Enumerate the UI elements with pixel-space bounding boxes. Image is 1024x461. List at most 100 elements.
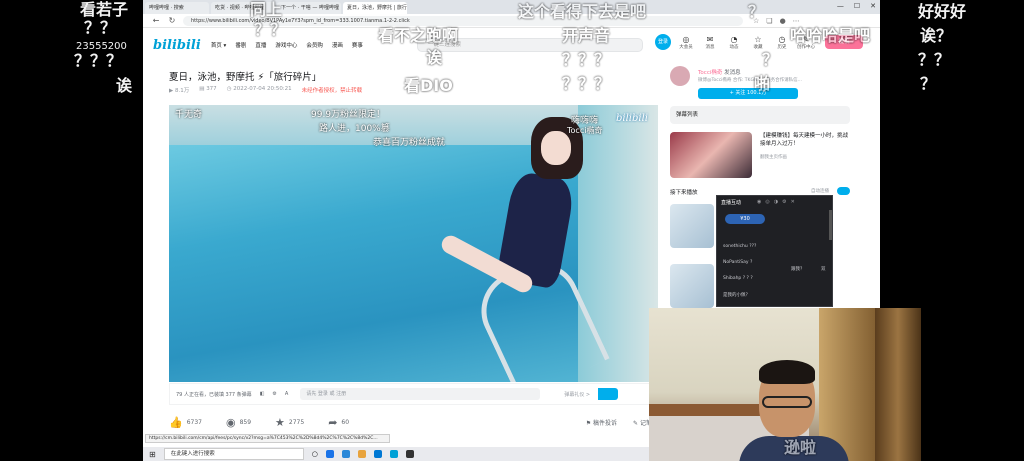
browser-tab[interactable]: 哔哩哔哩 · 搜索 xyxy=(145,2,209,14)
danmaku-input[interactable]: 请先 登录 或 注册 xyxy=(300,388,541,400)
folder-icon[interactable] xyxy=(357,450,366,458)
video-actions: 👍6737 ◉859 ★2775 ➦60 ⚑ 稿件投诉 ✎ 记笔记 xyxy=(169,414,658,430)
history-button[interactable]: ◷ 历史 xyxy=(773,35,791,50)
danmaku-comment: ？？？ xyxy=(562,50,611,69)
favorite-icon: ☆ xyxy=(754,34,762,44)
taskbar-app-icon[interactable] xyxy=(325,450,334,458)
browser-tab-active[interactable]: 夏日，泳池，野摩托 | 旅行碎片 xyxy=(343,2,407,14)
coin-button[interactable]: ◉ 859 xyxy=(226,416,251,429)
send-danmaku-button[interactable] xyxy=(598,388,619,400)
danmaku-comment: 这个看得下去是吧 xyxy=(518,2,647,21)
like-button[interactable]: 👍 6737 xyxy=(169,416,202,429)
chat-message: NoPantiSay ? xyxy=(723,260,753,265)
danmaku-comment: ？？？ xyxy=(562,74,611,93)
chat-title: 直播互动 xyxy=(721,200,742,206)
vip-button[interactable]: ◎ 大会员 xyxy=(677,35,695,50)
message-button[interactable]: ✉ 消息 xyxy=(701,35,719,50)
nav-esports[interactable]: 赛事 xyxy=(352,41,363,49)
collections-icon[interactable]: ❏ xyxy=(766,17,772,25)
danmaku-settings-icon[interactable]: ⚙ xyxy=(272,391,276,397)
profile-icon[interactable]: ● xyxy=(780,17,786,25)
taskbar-app-icon[interactable] xyxy=(373,450,382,458)
danmaku-style-icon[interactable]: A xyxy=(285,391,288,397)
taskbar-app-icon[interactable] xyxy=(341,450,350,458)
live-chat-panel: 直播互动 ◉◎◑⚙✕ ¥30 sonethichu ??? NoPantiSay… xyxy=(716,195,833,307)
danmaku-comment: ？？？ xyxy=(74,51,123,70)
video-overlay-text: 路人进，100%篡 xyxy=(319,124,390,134)
autoplay-toggle[interactable] xyxy=(837,187,850,195)
recommended-thumbnail[interactable] xyxy=(670,264,714,308)
danmaku-comment: 诶 xyxy=(116,76,133,95)
dynamic-icon: ◔ xyxy=(730,34,738,44)
close-icon[interactable]: ✕ xyxy=(870,2,876,10)
copyright-notice: 未经作者授权，禁止转载 xyxy=(301,88,363,94)
minimize-icon[interactable]: — xyxy=(837,2,844,10)
danmaku-comment: 好好好 xyxy=(918,2,967,21)
ad-title: 【建模赚钱】每天建模一小时，挑战接单月入过万！ xyxy=(760,133,849,147)
more-icon[interactable]: ⋯ xyxy=(793,17,800,25)
status-url: https://cm.bilibili.com/cm/api/fees/pc/s… xyxy=(145,434,390,443)
chat-toolbar-icons[interactable]: ◉◎◑⚙✕ xyxy=(757,199,799,205)
chat-message: sonethichu ??? xyxy=(723,244,757,249)
danmaku-count: ▤ 377 xyxy=(199,86,217,92)
danmaku-comment: 看DIO xyxy=(404,76,453,95)
uploader-name[interactable]: Tocci椭奇 发消息 xyxy=(698,68,741,76)
chat-scrollbar[interactable] xyxy=(829,210,832,240)
video-overlay-text: 千无奇 xyxy=(175,110,203,120)
nav-home[interactable]: 首页 ▾ xyxy=(211,41,227,49)
nav-manga[interactable]: 漫画 xyxy=(332,41,343,49)
back-icon[interactable]: ← xyxy=(151,16,161,25)
danmaku-comment: 同上 xyxy=(250,0,283,19)
star-icon: ★ xyxy=(275,415,285,429)
share-button[interactable]: ➦ 60 xyxy=(328,416,349,429)
autoplay-label: 自动连播 xyxy=(811,189,829,194)
recommended-thumbnail[interactable] xyxy=(670,204,714,248)
danmaku-comment: 开声音 xyxy=(562,26,611,45)
video-overlay-text: 恭喜百万粉丝成就 xyxy=(373,138,446,148)
danmaku-comment: 啪 xyxy=(754,74,771,93)
refresh-icon[interactable]: ↻ xyxy=(167,16,177,25)
person-face xyxy=(541,131,571,165)
danmaku-list-toggle[interactable]: 弹幕列表 xyxy=(670,106,850,124)
bilibili-logo[interactable]: bilibili xyxy=(153,38,201,53)
dynamic-button[interactable]: ◔ 动态 xyxy=(725,35,743,50)
taskbar-app-icon[interactable] xyxy=(389,450,398,458)
coin-icon: ◉ xyxy=(225,415,236,429)
video-title: 夏日，泳池，野摩托 ⚡「旅行碎片」 xyxy=(169,72,322,83)
taskbar-app-icon[interactable] xyxy=(405,450,414,458)
nav-mall[interactable]: 会员购 xyxy=(306,41,323,49)
danmaku-comment: 诶？ xyxy=(920,26,953,45)
danmaku-comment: 逊啦 xyxy=(784,438,817,457)
streamer-hair xyxy=(759,360,815,384)
danmaku-comment: ？？ xyxy=(254,20,287,39)
nav-games[interactable]: 游戏中心 xyxy=(275,41,297,49)
nav-live[interactable]: 直播 xyxy=(255,41,266,49)
task-view-icon[interactable]: ○ xyxy=(312,450,318,458)
windows-start-icon[interactable]: ⊞ xyxy=(149,450,156,459)
login-button[interactable]: 登录 xyxy=(655,34,671,50)
danmaku-etiquette-link[interactable]: 弹幕礼仪 > xyxy=(564,391,590,398)
favorite-button[interactable]: ☆ 收藏 xyxy=(749,35,767,50)
video-overlay-text: Tocci椭奇 xyxy=(567,126,603,135)
danmaku-bar: 79 人正在看，已装填 377 条弹幕 ◧ ⚙ A 请先 登录 或 注册 弹幕礼… xyxy=(169,383,658,405)
video-player[interactable]: 千无奇 99.9万粉丝限定！ 路人进，100%篡 恭喜百万粉丝成就 嗨嗨嗨 To… xyxy=(169,105,658,382)
nav-anime[interactable]: 番剧 xyxy=(235,41,246,49)
cam-curtain xyxy=(875,308,921,461)
follow-button[interactable]: + 关注 100.1万 xyxy=(698,88,798,99)
history-icon: ◷ xyxy=(778,34,786,44)
danmaku-comment: 诶 xyxy=(426,48,443,67)
taskbar-search-input[interactable]: 在此键入进行搜索 xyxy=(163,448,304,460)
video-overlay-text: 99.9万粉丝限定！ xyxy=(311,110,386,120)
next-up-label: 接下来播放 xyxy=(670,190,698,196)
danmaku-comment: 哈哈哈是吧 xyxy=(790,26,871,45)
danmaku-toggle-icon[interactable]: ◧ xyxy=(260,391,265,397)
ad-card[interactable]: 【建模赚钱】每天建模一小时，挑战接单月入过万！ 翻我主页作画 xyxy=(670,132,850,180)
uploader-description: 微博@Tocci椭奇 合作: TKGNZ... 商务合作请私信... xyxy=(698,78,802,83)
browser-tab[interactable]: 下一个 · 干啥 — 哔哩哔哩 xyxy=(277,2,341,14)
favorite-button[interactable]: ★ 2775 xyxy=(275,416,304,429)
maximize-icon[interactable]: ☐ xyxy=(854,2,860,10)
danmaku-comment: ？？ xyxy=(918,50,951,69)
report-link[interactable]: ⚑ 稿件投诉 xyxy=(586,418,617,427)
avatar[interactable] xyxy=(670,66,690,86)
send-message-link[interactable]: 发消息 xyxy=(724,70,741,76)
